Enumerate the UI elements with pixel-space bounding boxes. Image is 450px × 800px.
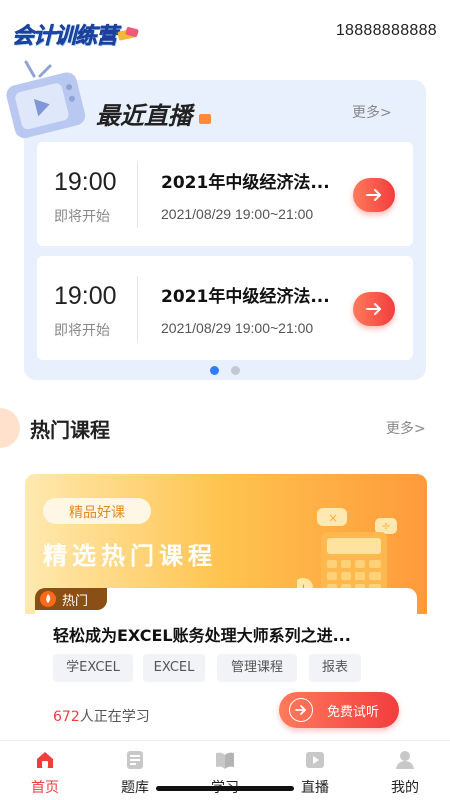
live-date-range: 2021/08/29 19:00~21:00 <box>161 320 314 336</box>
tab-profile[interactable]: 我的 <box>360 741 450 800</box>
live-item[interactable]: 19:00 即将开始 2021年中级经济法... 2021/08/29 19:0… <box>37 256 413 360</box>
enter-live-button[interactable] <box>353 292 395 326</box>
hot-more-link[interactable]: 更多> <box>386 418 426 438</box>
svg-text:×: × <box>328 511 338 525</box>
live-item[interactable]: 19:00 即将开始 2021年中级经济法... 2021/08/29 19:0… <box>37 142 413 246</box>
tab-label: 首页 <box>31 780 59 796</box>
live-status: 即将开始 <box>54 323 110 339</box>
course-title: 轻松成为EXCEL账务处理大师系列之进... <box>53 626 351 645</box>
live-status: 即将开始 <box>54 209 110 225</box>
divider <box>137 162 138 228</box>
hot-badge: 热门 <box>35 588 107 610</box>
app-header: 会计训练营 18888888888 <box>0 0 450 62</box>
user-phone[interactable]: 18888888888 <box>336 22 437 40</box>
free-trial-label: 免费试听 <box>327 705 380 720</box>
book-icon <box>216 752 234 769</box>
tab-study[interactable]: 学习 <box>180 741 270 800</box>
tab-home[interactable]: 首页 <box>0 741 90 800</box>
live-time: 19:00 <box>54 282 117 310</box>
live-play-icon <box>306 752 324 768</box>
arrow-right-icon <box>366 189 381 201</box>
divider <box>137 276 138 342</box>
section-decoration <box>0 408 20 448</box>
logo-text: 会计训练营 <box>12 24 119 50</box>
enter-live-button[interactable] <box>353 178 395 212</box>
carousel-dot-active[interactable] <box>210 366 219 375</box>
arrow-circle-icon <box>289 698 313 722</box>
live-course-name: 2021年中级经济法... <box>161 173 330 193</box>
learner-number: 672 <box>53 709 80 725</box>
flame-icon <box>40 591 56 607</box>
title-accent-icon <box>199 114 211 124</box>
learner-suffix: 人正在学习 <box>79 709 150 725</box>
live-date-range: 2021/08/29 19:00~21:00 <box>161 206 314 222</box>
app-logo[interactable]: 会计训练营 <box>12 18 140 50</box>
tab-question-bank[interactable]: 题库 <box>90 741 180 800</box>
home-icon <box>37 752 53 768</box>
svg-text:÷: ÷ <box>381 519 391 533</box>
live-course-name: 2021年中级经济法... <box>161 287 330 307</box>
home-indicator[interactable] <box>156 786 294 791</box>
hot-badge-label: 热门 <box>62 594 89 609</box>
tab-live[interactable]: 直播 <box>270 741 360 800</box>
live-time: 19:00 <box>54 168 117 196</box>
free-trial-button[interactable]: 免费试听 <box>279 692 399 728</box>
hot-courses-title: 热门课程 <box>30 418 110 442</box>
arrow-right-icon <box>366 303 381 315</box>
course-tag: 管理课程 <box>217 654 297 682</box>
live-more-link[interactable]: 更多> <box>352 102 392 122</box>
course-tag: 学EXCEL <box>53 654 133 682</box>
banner-pill: 精品好课 <box>43 498 151 524</box>
profile-icon <box>396 751 414 769</box>
carousel-dot[interactable] <box>231 366 240 375</box>
logo-decoration-icon <box>117 27 139 41</box>
course-tag: EXCEL <box>143 654 205 682</box>
tv-icon <box>6 60 86 139</box>
live-section-title: 最近直播 <box>96 102 192 130</box>
question-bank-icon <box>127 751 143 769</box>
bottom-tab-bar: 首页 题库 学习 直播 我的 <box>0 740 450 800</box>
course-card[interactable]: 精品好课 精选热门课程 × ÷ + <box>25 474 427 774</box>
tab-label: 我的 <box>391 780 419 796</box>
learner-count: 672人正在学习 <box>53 706 150 726</box>
banner-title: 精选热门课程 <box>43 542 217 570</box>
course-tag: 报表 <box>309 654 361 682</box>
banner-pill-label: 精品好课 <box>69 505 125 521</box>
